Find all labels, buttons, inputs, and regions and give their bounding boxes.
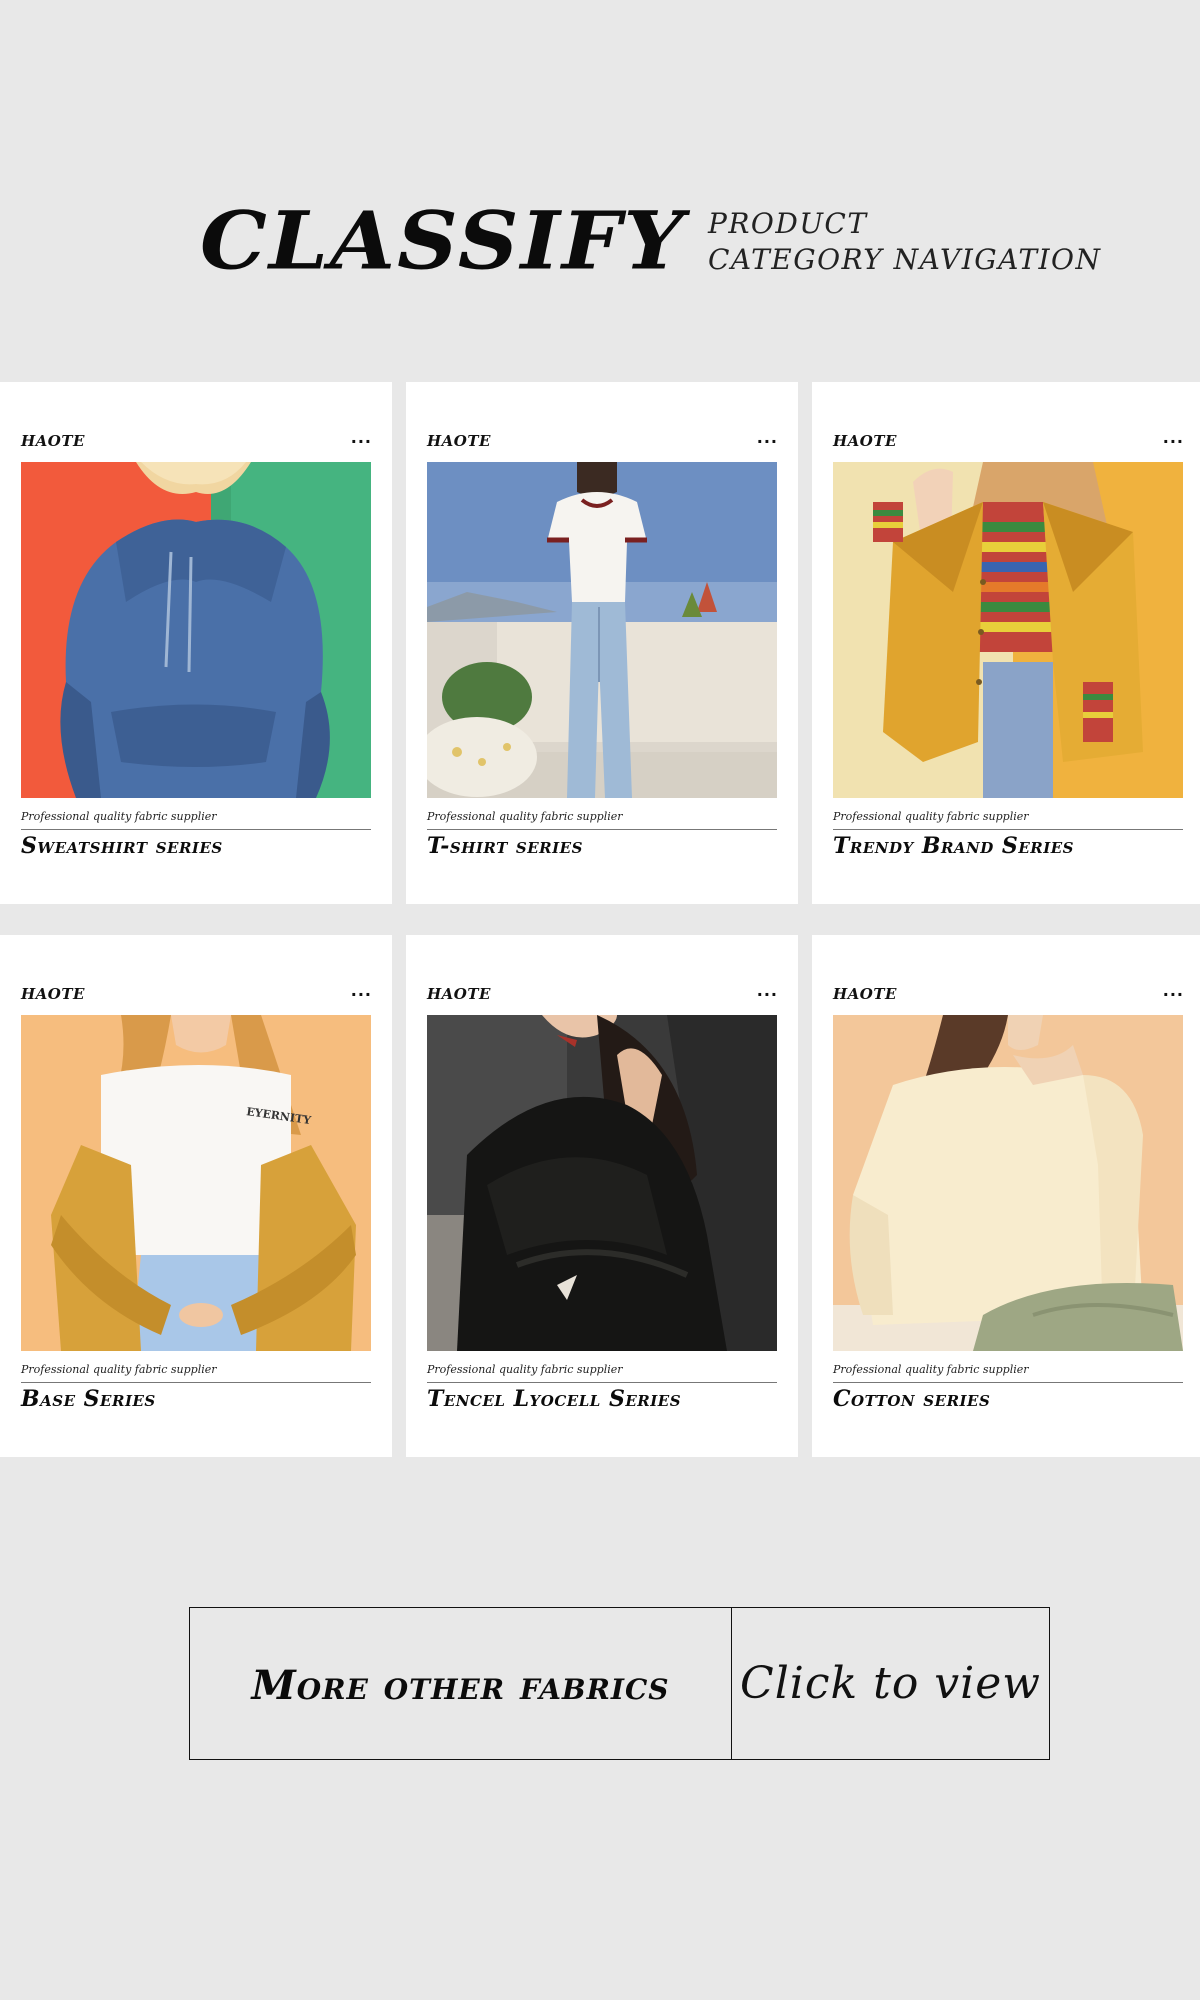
card-title[interactable]: T-shirt series [427,833,583,859]
more-options-icon[interactable]: ... [351,428,372,447]
card-brand: HAOTE [21,985,85,1003]
more-options-icon[interactable]: ... [1163,428,1184,447]
trendy-photo-illustration [833,462,1183,798]
cotton-photo-illustration [833,1015,1183,1351]
card-title[interactable]: Base Series [21,1386,156,1412]
card-title[interactable]: Sweatshirt series [21,833,223,859]
card-tagline: Professional quality fabric supplier [427,1363,623,1376]
card-tagline: Professional quality fabric supplier [427,810,623,823]
more-fabrics-banner[interactable]: More other fabrics Click to view [189,1607,1050,1760]
card-brand: HAOTE [21,432,85,450]
card-tagline: Professional quality fabric supplier [833,810,1029,823]
card-photo-trendy[interactable] [833,462,1183,798]
card-photo-hoodie[interactable] [21,462,371,798]
card-divider [833,829,1183,830]
subtitle-line-2: CATEGORY NAVIGATION [708,243,1102,276]
card-photo-cotton[interactable] [833,1015,1183,1351]
subtitle-line-1: PRODUCT [708,207,868,240]
category-card-base[interactable]: HAOTE ... EYERNITY Professional quality … [0,935,392,1457]
base-photo-illustration: EYERNITY [21,1015,371,1351]
card-brand: HAOTE [833,432,897,450]
card-tagline: Professional quality fabric supplier [21,810,217,823]
more-options-icon[interactable]: ... [757,981,778,1000]
page-title: CLASSIFY [200,193,686,288]
category-card-sweatshirt[interactable]: HAOTE ... Professional quality fabric su… [0,382,392,904]
tshirt-photo-illustration [427,462,777,798]
card-tagline: Professional quality fabric supplier [833,1363,1029,1376]
hoodie-photo-illustration [21,462,371,798]
page-header: CLASSIFY PRODUCT CATEGORY NAVIGATION [200,193,1100,296]
card-divider [427,829,777,830]
page-subtitle: PRODUCT CATEGORY NAVIGATION [708,206,1102,278]
card-divider [427,1382,777,1383]
category-card-trendy-brand[interactable]: HAOTE ... Professional quality fabric su… [812,382,1200,904]
card-photo-base[interactable]: EYERNITY [21,1015,371,1351]
more-options-icon[interactable]: ... [757,428,778,447]
category-card-tshirt[interactable]: HAOTE ... Professional quality fabric su [406,382,798,904]
card-photo-tencel[interactable] [427,1015,777,1351]
more-options-icon[interactable]: ... [351,981,372,1000]
category-card-cotton[interactable]: HAOTE ... Professional quality fabric su… [812,935,1200,1457]
card-brand: HAOTE [427,432,491,450]
card-title[interactable]: Cotton series [833,1386,990,1412]
card-divider [833,1382,1183,1383]
card-title[interactable]: Tencel Lyocell Series [427,1386,681,1412]
card-divider [21,829,371,830]
more-fabrics-label[interactable]: More other fabrics [190,1608,732,1759]
card-divider [21,1382,371,1383]
card-title[interactable]: Trendy Brand Series [833,833,1074,859]
category-card-tencel[interactable]: HAOTE ... Professional quality fabric su… [406,935,798,1457]
tencel-photo-illustration [427,1015,777,1351]
card-brand: HAOTE [833,985,897,1003]
card-tagline: Professional quality fabric supplier [21,1363,217,1376]
more-options-icon[interactable]: ... [1163,981,1184,1000]
click-to-view-button[interactable]: Click to view [732,1608,1049,1759]
card-photo-tshirt[interactable] [427,462,777,798]
card-brand: HAOTE [427,985,491,1003]
